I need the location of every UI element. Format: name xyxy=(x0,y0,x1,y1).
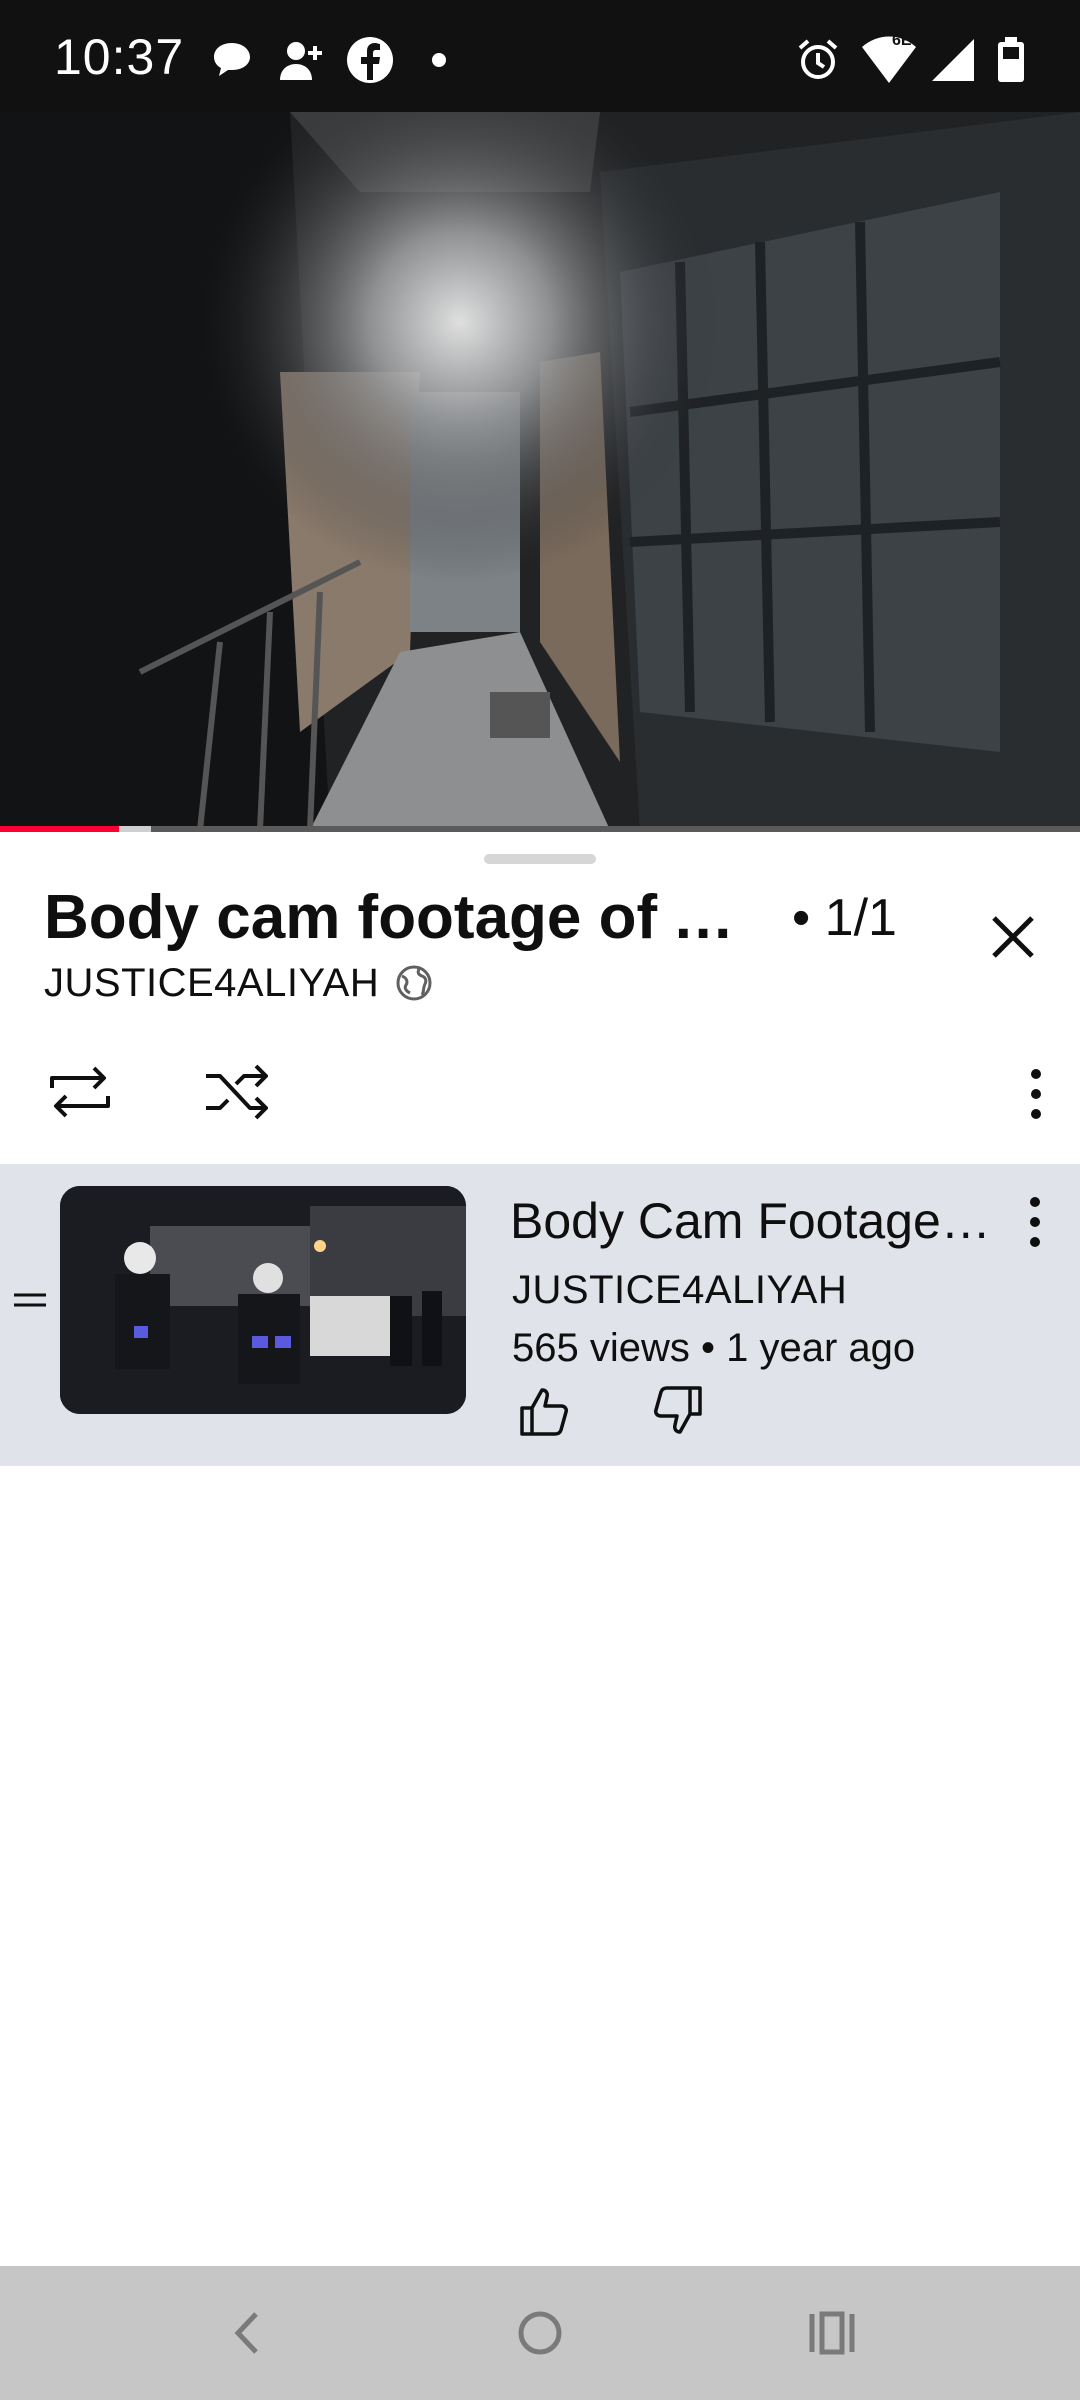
shuffle-icon xyxy=(206,1064,268,1120)
drag-handle[interactable] xyxy=(484,854,596,864)
battery-icon xyxy=(996,30,1026,90)
status-time: 10:37 xyxy=(54,29,185,85)
recents-icon xyxy=(809,2311,855,2355)
facebook-icon xyxy=(344,30,396,90)
alarm-icon xyxy=(796,30,840,90)
dislike-button[interactable] xyxy=(646,1384,706,1438)
playlist-panel xyxy=(0,832,1080,2266)
item-meta: 565 views • 1 year ago xyxy=(512,1326,916,1370)
close-icon xyxy=(992,916,1034,958)
video-player[interactable] xyxy=(0,112,1080,830)
item-channel: JUSTICE4ALIYAH xyxy=(512,1268,848,1312)
playlist-position: • 1/1 xyxy=(792,889,897,947)
loop-button[interactable] xyxy=(40,1058,120,1126)
globe-icon xyxy=(396,965,432,1001)
playlist-channel-row: JUSTICE4ALIYAH xyxy=(44,958,433,1008)
more-vert-icon xyxy=(1031,1069,1041,1119)
back-icon xyxy=(234,2312,258,2354)
loop-icon xyxy=(50,1066,110,1118)
signal-icon xyxy=(928,30,978,90)
playlist-channel: JUSTICE4ALIYAH xyxy=(44,960,380,1005)
video-thumbnail[interactable] xyxy=(60,1186,466,1414)
item-more-button[interactable] xyxy=(1010,1194,1060,1250)
close-button[interactable] xyxy=(980,904,1046,970)
thumbnail-image xyxy=(60,1186,466,1414)
more-vert-icon xyxy=(1030,1197,1040,1247)
chat-bubble-icon xyxy=(208,30,256,90)
nav-recents-button[interactable] xyxy=(800,2300,864,2366)
home-icon xyxy=(518,2311,562,2355)
nav-back-button[interactable] xyxy=(216,2300,276,2366)
reorder-handle[interactable] xyxy=(10,1286,50,1314)
video-frame xyxy=(0,112,1080,830)
dislike-icon xyxy=(654,1386,702,1434)
dot-icon xyxy=(428,30,450,90)
nav-home-button[interactable] xyxy=(508,2300,572,2366)
status-bar: 10:37 6E xyxy=(0,0,1080,112)
item-title: Body Cam Footage of Aliyah xyxy=(510,1193,1000,1249)
network-type-badge: 6E xyxy=(892,32,912,49)
like-icon xyxy=(520,1388,568,1436)
person-add-icon xyxy=(276,30,328,90)
playlist-more-button[interactable] xyxy=(1010,1064,1062,1124)
drag-handle-icon xyxy=(14,1293,46,1307)
shuffle-button[interactable] xyxy=(196,1058,276,1126)
playlist-title: Body cam footage of Aliyah xyxy=(44,883,764,952)
like-button[interactable] xyxy=(516,1384,576,1438)
